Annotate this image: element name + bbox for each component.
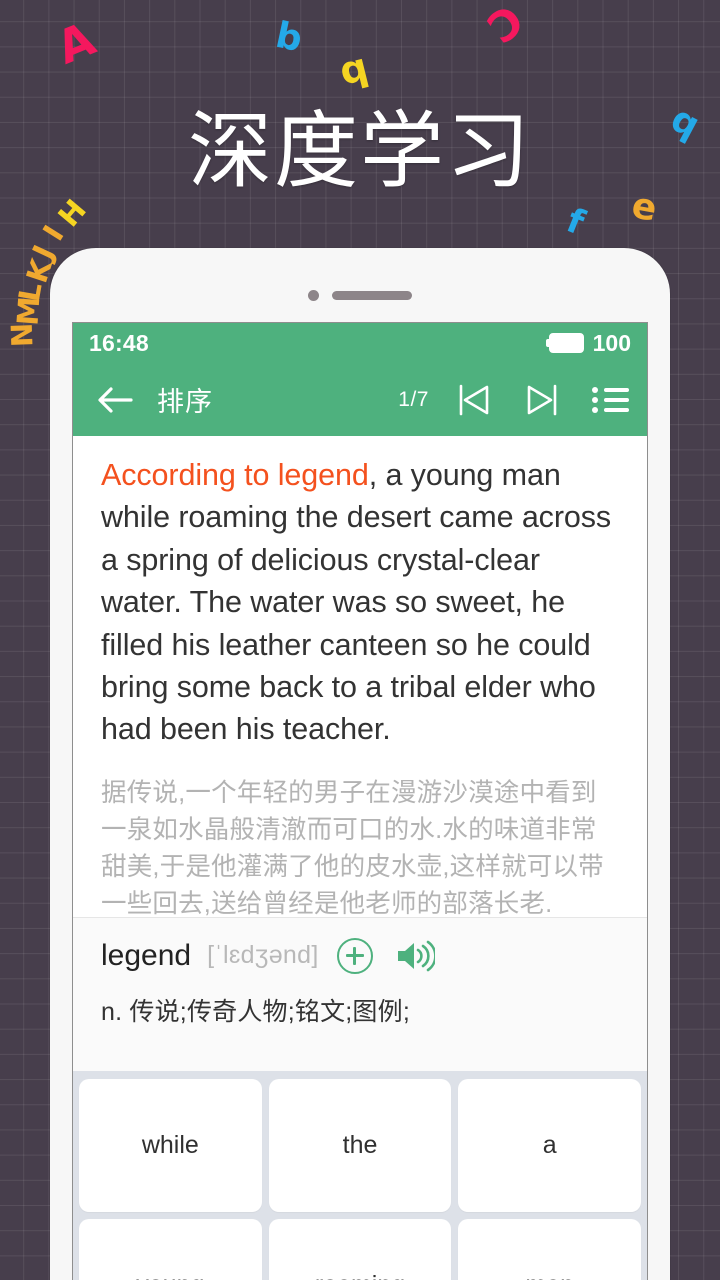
word-tile-tray: whiletheayoungroamingman bbox=[73, 1070, 647, 1280]
promo-title: 深度学习 bbox=[187, 102, 532, 200]
status-time: 16:48 bbox=[89, 329, 149, 356]
passage-english: According to legend, a young man while r… bbox=[101, 454, 619, 751]
list-menu-icon[interactable] bbox=[591, 385, 629, 415]
word-tile-roaming[interactable]: roaming bbox=[268, 1218, 452, 1280]
word-tile-the[interactable]: the bbox=[268, 1078, 452, 1212]
word-tile-while[interactable]: while bbox=[79, 1078, 262, 1212]
dictionary-phonetic: [ˈlɛdʒənd] bbox=[207, 941, 319, 970]
page-counter: 1/7 bbox=[398, 387, 429, 411]
dictionary-word: legend bbox=[101, 938, 192, 972]
app-bar-title: 排序 bbox=[157, 387, 213, 417]
dictionary-definition: n. 传说;传奇人物;铭文;图例; bbox=[101, 997, 410, 1026]
reading-area[interactable]: According to legend, a young man while r… bbox=[73, 436, 647, 918]
battery-full-icon bbox=[545, 333, 584, 353]
plus-circle-icon[interactable] bbox=[336, 937, 373, 974]
word-tile-young[interactable]: young bbox=[79, 1218, 262, 1280]
word-tile-man[interactable]: man bbox=[458, 1218, 642, 1280]
app-bar: 排序 1/7 bbox=[73, 363, 647, 436]
status-bar-right: 100 bbox=[545, 329, 631, 357]
speaker-volume-icon[interactable] bbox=[395, 939, 437, 973]
dictionary-header: legend [ˈlɛdʒənd] bbox=[101, 937, 619, 974]
phone-top-bezel bbox=[50, 248, 670, 322]
camera-dot-icon bbox=[308, 289, 319, 301]
tile-row: youngroamingman bbox=[79, 1218, 642, 1280]
back-arrow-icon[interactable] bbox=[93, 382, 137, 418]
battery-level-label: 100 bbox=[592, 329, 631, 356]
passage-translation: 据传说,一个年轻的男子在漫游沙漠途中看到一泉如水晶般清澈而可口的水.水的味道非常… bbox=[101, 778, 604, 918]
speaker-grille-icon bbox=[332, 290, 412, 300]
phone-mockup: 16:48 100 排序 1/7 According to legend, a … bbox=[50, 248, 670, 1280]
passage-rest: , a young man while roaming the desert c… bbox=[101, 458, 612, 747]
word-tile-a[interactable]: a bbox=[458, 1078, 642, 1212]
skip-next-icon[interactable] bbox=[519, 381, 565, 419]
tile-row: while the a bbox=[79, 1078, 642, 1212]
passage-highlight[interactable]: According to legend bbox=[101, 458, 369, 492]
phone-screen: 16:48 100 排序 1/7 According to legend, a … bbox=[72, 322, 648, 1280]
dictionary-panel: legend [ˈlɛdʒənd] n. 传说;传奇人物;铭文;图例; bbox=[73, 917, 647, 1071]
arc-letter-n: N bbox=[4, 322, 40, 348]
status-bar: 16:48 100 bbox=[73, 323, 647, 363]
skip-previous-icon[interactable] bbox=[451, 381, 497, 419]
